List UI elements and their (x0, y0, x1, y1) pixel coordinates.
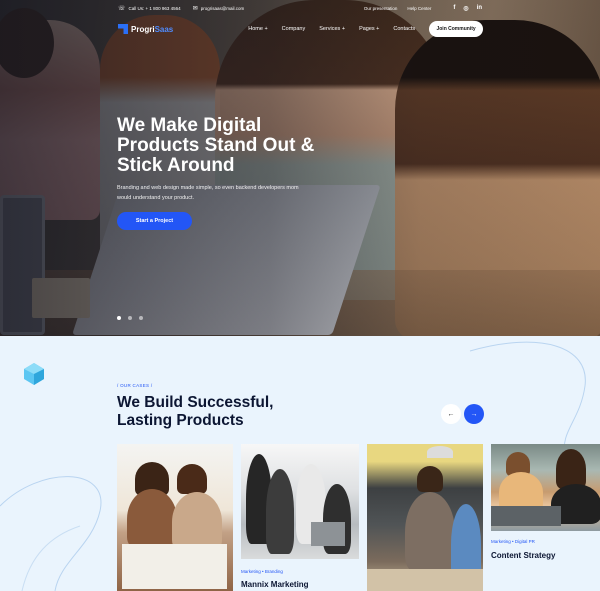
hero-description: Branding and web design made simple, so … (117, 185, 299, 201)
nav-menu: Home + Company Services + Pages + Contac… (248, 26, 429, 32)
hero-section: ☏ Call Us: + 1 800 963 4564 ✉ progrisaas… (0, 0, 600, 336)
email-text: progrisaas@mail.com (200, 5, 245, 11)
email-contact[interactable]: ✉ progrisaas@mail.com (193, 5, 245, 12)
social-links: f ◎ in (445, 5, 482, 12)
slider-dots (117, 316, 150, 320)
slider-dot-3[interactable] (139, 316, 143, 320)
nav-item-services[interactable]: Services + (319, 26, 345, 32)
case-image-desk-team (491, 444, 600, 531)
phone-icon: ☏ (118, 5, 126, 12)
section-title: We Build Successful, Lasting Products (117, 394, 274, 429)
case-name[interactable]: Content Strategy (491, 551, 555, 560)
nav-item-contacts[interactable]: Contacts (393, 26, 415, 32)
arrow-right-icon: → (470, 410, 478, 418)
case-card-3[interactable] (367, 444, 483, 591)
cases-section: / OUR CASES / We Build Successful, Lasti… (0, 336, 600, 591)
arrow-left-icon: ← (447, 410, 455, 418)
nav-item-home[interactable]: Home + (248, 26, 267, 32)
case-image-team-laptop (241, 444, 359, 559)
logo[interactable]: Progri Saas (118, 24, 173, 34)
logo-mark-icon (118, 24, 128, 34)
slider-dot-2[interactable] (128, 316, 132, 320)
phone-contact[interactable]: ☏ Call Us: + 1 800 963 4564 (118, 5, 181, 12)
case-category: Marketing • Digital PR (491, 539, 535, 544)
case-name[interactable]: Mannix Marketing (241, 580, 309, 589)
nav-item-pages[interactable]: Pages + (359, 26, 379, 32)
linkedin-icon[interactable]: in (477, 5, 482, 12)
logo-text-accent: Saas (154, 24, 174, 34)
main-nav: Progri Saas Home + Company Services + Pag… (118, 20, 483, 38)
hero-title: We Make Digital Products Stand Out & Sti… (117, 115, 315, 176)
presentation-link[interactable]: Our presentation (364, 6, 398, 11)
case-category: Marketing • Branding (241, 569, 283, 574)
phone-text: Call Us: + 1 800 963 4564 (128, 5, 181, 11)
case-card-4[interactable]: Marketing • Digital PR Content Strategy (491, 444, 600, 591)
case-card-1[interactable] (117, 444, 233, 591)
section-eyebrow: / OUR CASES / (117, 383, 153, 388)
nav-item-company[interactable]: Company (282, 26, 306, 32)
help-center-link[interactable]: Help Center (407, 6, 431, 11)
case-image-team-office (117, 444, 233, 591)
mail-icon: ✉ (192, 5, 198, 12)
logo-text-main: Progri (131, 24, 155, 34)
top-bar: ☏ Call Us: + 1 800 963 4564 ✉ progrisaas… (118, 3, 482, 13)
start-project-button[interactable]: Start a Project (117, 212, 192, 230)
slider-dot-1[interactable] (117, 316, 121, 320)
join-community-button[interactable]: Join Community (429, 21, 483, 37)
prev-arrow-button[interactable]: ← (441, 404, 461, 424)
hexagon-gem-icon (24, 363, 44, 385)
facebook-icon[interactable]: f (453, 5, 455, 12)
case-image-whiteboard (367, 444, 483, 591)
instagram-icon[interactable]: ◎ (463, 5, 468, 12)
case-card-2[interactable]: Marketing • Branding Mannix Marketing (241, 444, 359, 591)
next-arrow-button[interactable]: → (464, 404, 484, 424)
